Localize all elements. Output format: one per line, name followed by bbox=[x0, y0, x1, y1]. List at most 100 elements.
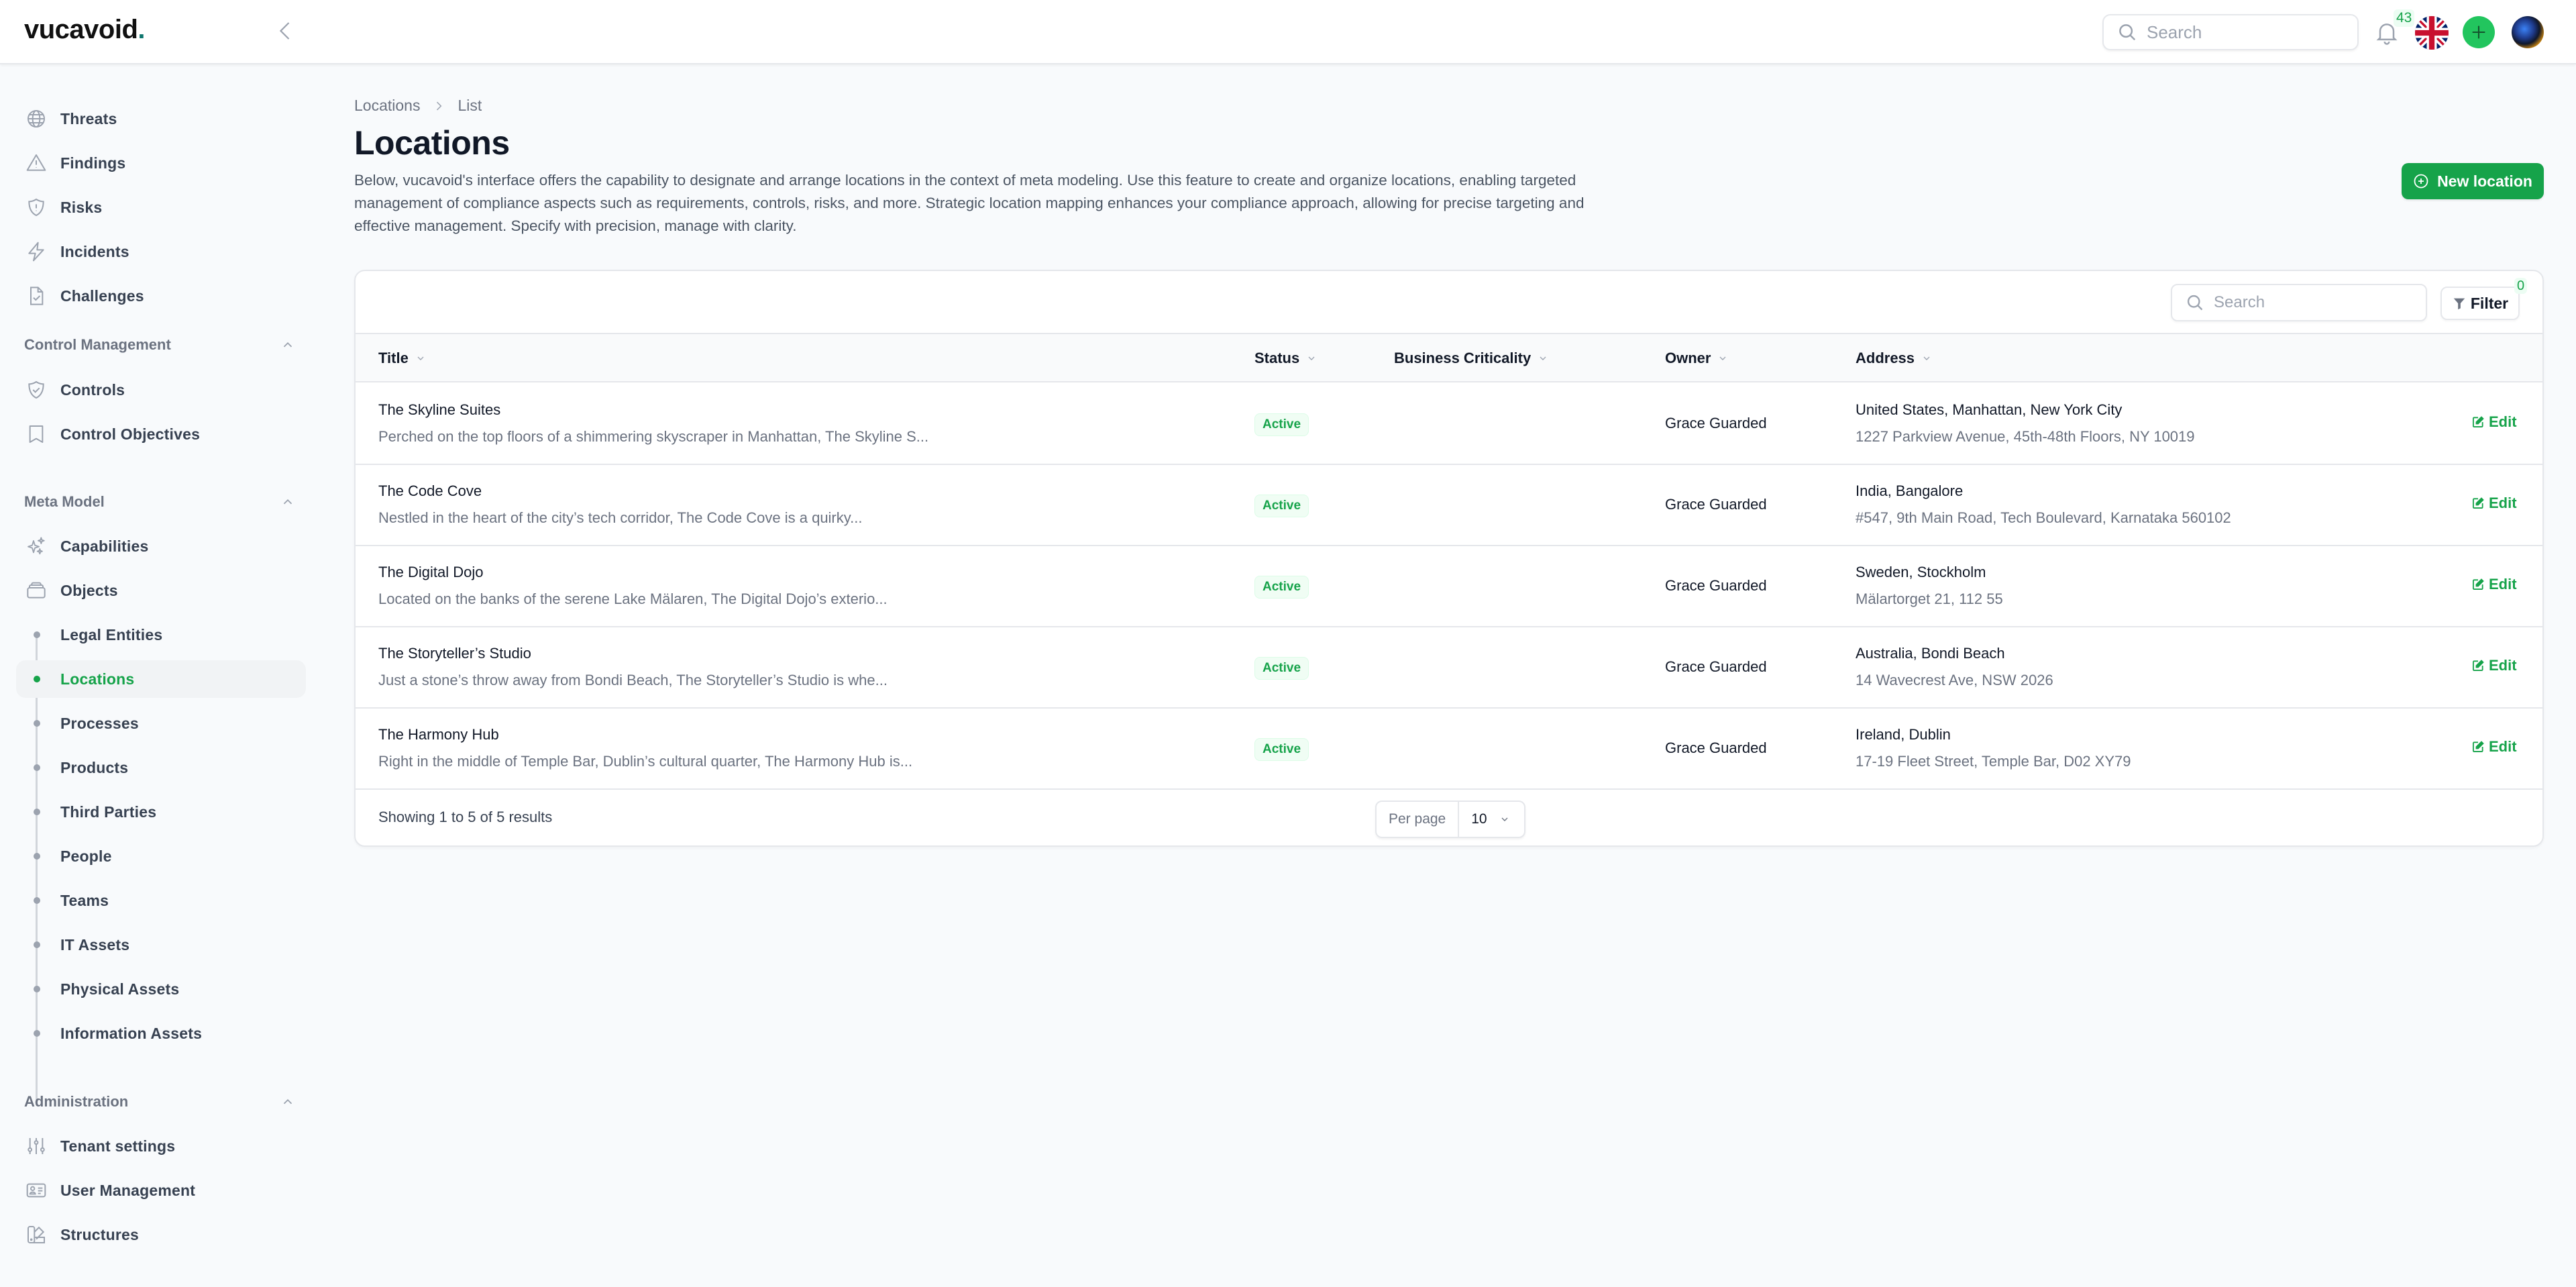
sidebar-item-physical-assets[interactable]: Physical Assets bbox=[16, 970, 306, 1008]
warning-triangle-icon bbox=[26, 154, 46, 171]
column-header-title[interactable]: Title bbox=[378, 334, 426, 382]
funnel-icon bbox=[2453, 298, 2465, 310]
collapse-sidebar-button[interactable] bbox=[274, 19, 298, 46]
sidebar-item-processes[interactable]: Processes bbox=[16, 705, 306, 742]
sidebar-item-threats[interactable]: Threats bbox=[16, 100, 306, 138]
bullet-dot-icon bbox=[34, 941, 40, 948]
chevron-down-icon bbox=[1308, 356, 1315, 360]
location-description: Nestled in the heart of the city’s tech … bbox=[378, 509, 863, 526]
per-page-dropdown[interactable]: 10 bbox=[1459, 811, 1509, 827]
edit-button[interactable]: Edit bbox=[2471, 576, 2517, 593]
sidebar-item-label: Physical Assets bbox=[60, 980, 180, 998]
status-badge: Active bbox=[1254, 738, 1309, 761]
address-line1: Ireland, Dublin bbox=[1856, 726, 1951, 743]
chevron-up-icon bbox=[283, 1098, 292, 1104]
location-title[interactable]: The Storyteller’s Studio bbox=[378, 645, 531, 662]
language-selector[interactable] bbox=[2415, 16, 2449, 50]
global-search-input[interactable] bbox=[2147, 21, 2348, 43]
edit-icon bbox=[2473, 660, 2484, 671]
table-search[interactable] bbox=[2171, 284, 2427, 321]
chevron-down-icon bbox=[1719, 356, 1726, 360]
sidebar-item-teams[interactable]: Teams bbox=[16, 882, 306, 919]
sidebar-item-incidents[interactable]: Incidents bbox=[16, 233, 306, 270]
new-location-button[interactable]: New location bbox=[2402, 163, 2544, 199]
sidebar-item-objects[interactable]: Objects bbox=[16, 572, 306, 609]
column-header-address[interactable]: Address bbox=[1856, 334, 1932, 382]
global-search[interactable] bbox=[2102, 14, 2359, 50]
column-label: Status bbox=[1254, 350, 1300, 366]
sidebar-item-findings[interactable]: Findings bbox=[16, 144, 306, 182]
sidebar-item-controls[interactable]: Controls bbox=[16, 371, 306, 409]
column-label: Address bbox=[1856, 350, 1915, 366]
table-row[interactable]: The Storyteller’s Studio Just a stone’s … bbox=[356, 627, 2542, 709]
address-line2: 14 Wavecrest Ave, NSW 2026 bbox=[1856, 672, 2053, 688]
table-row[interactable]: The Digital Dojo Located on the banks of… bbox=[356, 546, 2542, 627]
user-avatar[interactable] bbox=[2512, 16, 2544, 48]
section-control-management[interactable]: Control Management bbox=[24, 331, 295, 358]
breadcrumb-locations[interactable]: Locations bbox=[354, 97, 420, 115]
edit-button[interactable]: Edit bbox=[2471, 413, 2517, 431]
edit-button[interactable]: Edit bbox=[2471, 495, 2517, 512]
owner-name: Grace Guarded bbox=[1665, 415, 1767, 431]
address-line1: United States, Manhattan, New York City bbox=[1856, 401, 2123, 418]
status-badge: Active bbox=[1254, 413, 1309, 436]
sidebar-item-information-assets[interactable]: Information Assets bbox=[16, 1015, 306, 1052]
top-bar: vucavoid. 43 bbox=[0, 0, 2576, 64]
edit-button[interactable]: Edit bbox=[2471, 657, 2517, 674]
sidebar-item-user-management[interactable]: User Management bbox=[16, 1172, 306, 1209]
chevron-left-icon bbox=[279, 22, 290, 40]
sidebar-item-label: Risks bbox=[60, 198, 103, 216]
sidebar-item-label: Tenant settings bbox=[60, 1137, 176, 1155]
table-row[interactable]: The Harmony Hub Right in the middle of T… bbox=[356, 709, 2542, 790]
edit-label: Edit bbox=[2489, 413, 2517, 430]
sidebar-item-structures[interactable]: Structures bbox=[16, 1216, 306, 1253]
column-header-status[interactable]: Status bbox=[1254, 334, 1317, 382]
address-line2: #547, 9th Main Road, Tech Boulevard, Kar… bbox=[1856, 509, 2231, 526]
bullet-dot-icon bbox=[34, 853, 40, 860]
sparkles-icon bbox=[28, 537, 45, 555]
filter-button[interactable]: Filter bbox=[2440, 287, 2520, 320]
section-meta-model[interactable]: Meta Model bbox=[24, 488, 295, 515]
location-title[interactable]: The Skyline Suites bbox=[378, 401, 500, 419]
table-row[interactable]: The Code Cove Nestled in the heart of th… bbox=[356, 465, 2542, 546]
location-title[interactable]: The Digital Dojo bbox=[378, 564, 484, 581]
logo[interactable]: vucavoid. bbox=[24, 15, 146, 45]
sidebar-item-products[interactable]: Products bbox=[16, 749, 306, 786]
table-search-input[interactable] bbox=[2214, 293, 2415, 312]
sidebar-item-it-assets[interactable]: IT Assets bbox=[16, 926, 306, 964]
edit-button[interactable]: Edit bbox=[2471, 738, 2517, 756]
quick-add-button[interactable] bbox=[2463, 16, 2495, 48]
breadcrumb-list: List bbox=[458, 97, 482, 114]
section-title: Control Management bbox=[24, 336, 171, 353]
sidebar-item-challenges[interactable]: Challenges bbox=[16, 277, 306, 315]
filter-label: Filter bbox=[2470, 294, 2509, 312]
address-line1: India, Bangalore bbox=[1856, 482, 1964, 499]
column-label: Owner bbox=[1665, 350, 1711, 366]
edit-icon bbox=[2473, 497, 2484, 509]
sidebar-item-legal-entities[interactable]: Legal Entities bbox=[16, 616, 306, 654]
sidebar-item-capabilities[interactable]: Capabilities bbox=[16, 527, 306, 565]
column-label: Business Criticality bbox=[1394, 350, 1532, 366]
swatch-icon bbox=[28, 1226, 45, 1243]
sidebar-item-tenant-settings[interactable]: Tenant settings bbox=[16, 1127, 306, 1165]
owner-name: Grace Guarded bbox=[1665, 739, 1767, 756]
sidebar-item-people[interactable]: People bbox=[16, 837, 306, 875]
sliders-icon bbox=[28, 1138, 45, 1154]
location-title[interactable]: The Harmony Hub bbox=[378, 726, 499, 743]
table-row[interactable]: The Skyline Suites Perched on the top fl… bbox=[356, 384, 2542, 465]
id-card-icon bbox=[26, 1183, 46, 1198]
owner-name: Grace Guarded bbox=[1665, 577, 1767, 594]
sidebar-item-locations[interactable]: Locations bbox=[16, 660, 306, 698]
section-administration[interactable]: Administration bbox=[24, 1088, 295, 1115]
sidebar-item-third-parties[interactable]: Third Parties bbox=[16, 793, 306, 831]
location-title[interactable]: The Code Cove bbox=[378, 482, 482, 500]
column-header-owner[interactable]: Owner bbox=[1665, 334, 1728, 382]
location-description: Perched on the top floors of a shimmerin… bbox=[378, 428, 929, 445]
column-label: Title bbox=[378, 350, 409, 366]
column-header-business-criticality[interactable]: Business Criticality bbox=[1394, 334, 1548, 382]
sidebar-item-risks[interactable]: Risks bbox=[16, 189, 306, 226]
sidebar-item-control-objectives[interactable]: Control Objectives bbox=[16, 415, 306, 453]
per-page-selector[interactable]: Per page 10 bbox=[1375, 801, 1525, 838]
uk-flag-icon bbox=[2415, 16, 2449, 50]
sidebar-item-label: IT Assets bbox=[60, 935, 130, 954]
